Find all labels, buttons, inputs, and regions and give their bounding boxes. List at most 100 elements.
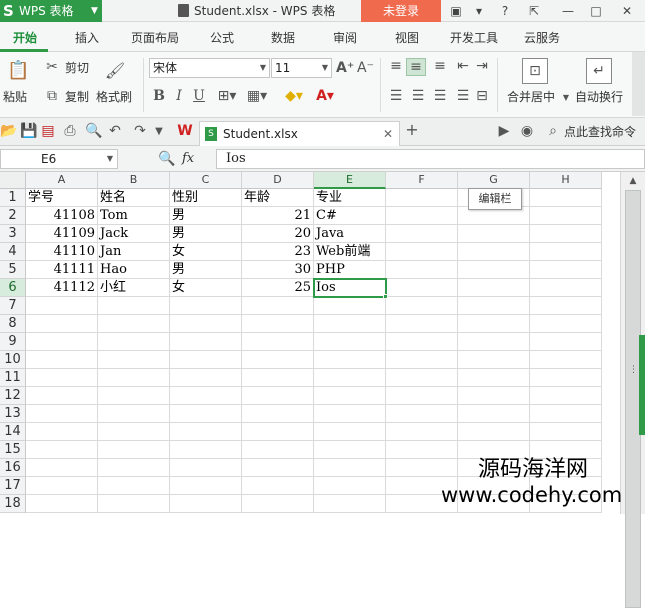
increase-font-icon[interactable]: A⁺ bbox=[336, 60, 354, 76]
cell-c2[interactable]: 男 bbox=[170, 207, 242, 225]
cell-c10[interactable] bbox=[170, 351, 242, 369]
cell-c1[interactable]: 性别 bbox=[170, 189, 242, 207]
cell-d2[interactable]: 21 bbox=[242, 207, 314, 225]
cell-e7[interactable] bbox=[314, 297, 386, 315]
cell-b11[interactable] bbox=[98, 369, 170, 387]
cell-a15[interactable] bbox=[26, 441, 98, 459]
cell-f5[interactable] bbox=[386, 261, 458, 279]
redo-icon[interactable]: ↷ bbox=[132, 123, 148, 139]
merge-center-icon[interactable]: ⊡ bbox=[522, 58, 548, 84]
vertical-scrollbar[interactable]: ▲ ⋮ bbox=[620, 172, 645, 608]
cell-a11[interactable] bbox=[26, 369, 98, 387]
tab-view[interactable]: 视图 bbox=[395, 30, 419, 46]
tab-page-layout[interactable]: 页面布局 bbox=[131, 30, 179, 46]
cell-b1[interactable]: 姓名 bbox=[98, 189, 170, 207]
row-header-13[interactable]: 13 bbox=[0, 405, 26, 423]
cell-f2[interactable] bbox=[386, 207, 458, 225]
cell-c18[interactable] bbox=[170, 495, 242, 513]
formula-input[interactable]: Ios bbox=[216, 149, 645, 169]
cell-c17[interactable] bbox=[170, 477, 242, 495]
close-icon[interactable]: ✕ bbox=[383, 126, 393, 142]
cell-g4[interactable] bbox=[458, 243, 530, 261]
copy-button[interactable]: 复制 bbox=[65, 90, 89, 104]
fill-pattern-icon[interactable]: ▦▾ bbox=[245, 88, 269, 104]
row-header-15[interactable]: 15 bbox=[0, 441, 26, 459]
cell-h13[interactable] bbox=[530, 405, 602, 423]
cell-a14[interactable] bbox=[26, 423, 98, 441]
cell-c15[interactable] bbox=[170, 441, 242, 459]
format-painter-button[interactable]: 格式刷 bbox=[96, 90, 132, 104]
cell-d12[interactable] bbox=[242, 387, 314, 405]
align-left-icon[interactable]: ☰ bbox=[387, 88, 405, 104]
cell-e13[interactable] bbox=[314, 405, 386, 423]
login-button[interactable]: 未登录 bbox=[361, 0, 441, 22]
wrap-text-button[interactable]: 自动换行 bbox=[575, 90, 623, 104]
cell-e16[interactable] bbox=[314, 459, 386, 477]
cell-e17[interactable] bbox=[314, 477, 386, 495]
function-button[interactable]: fx bbox=[182, 151, 194, 167]
pdf-icon[interactable]: ▤ bbox=[40, 123, 56, 139]
cell-f15[interactable] bbox=[386, 441, 458, 459]
row-header-11[interactable]: 11 bbox=[0, 369, 26, 387]
cell-h3[interactable] bbox=[530, 225, 602, 243]
cell-g11[interactable] bbox=[458, 369, 530, 387]
cell-d6[interactable]: 25 bbox=[242, 279, 314, 297]
cell-f8[interactable] bbox=[386, 315, 458, 333]
cell-a9[interactable] bbox=[26, 333, 98, 351]
italic-icon[interactable]: I bbox=[172, 88, 186, 104]
cell-g8[interactable] bbox=[458, 315, 530, 333]
cell-f10[interactable] bbox=[386, 351, 458, 369]
cell-c4[interactable]: 女 bbox=[170, 243, 242, 261]
help-icon[interactable]: ? bbox=[494, 4, 516, 18]
cell-d8[interactable] bbox=[242, 315, 314, 333]
cell-f16[interactable] bbox=[386, 459, 458, 477]
cell-d7[interactable] bbox=[242, 297, 314, 315]
scroll-up-icon[interactable]: ▲ bbox=[625, 174, 641, 188]
eye-protect-icon[interactable]: ◉ bbox=[519, 123, 535, 139]
cell-a2[interactable]: 41108 bbox=[26, 207, 98, 225]
cell-d17[interactable] bbox=[242, 477, 314, 495]
align-middle-icon[interactable]: ≡ bbox=[406, 58, 426, 76]
cell-c9[interactable] bbox=[170, 333, 242, 351]
cell-h11[interactable] bbox=[530, 369, 602, 387]
cell-a16[interactable] bbox=[26, 459, 98, 477]
maximize-icon[interactable]: □ bbox=[589, 4, 603, 18]
border-icon[interactable]: ⊞▾ bbox=[215, 88, 239, 104]
cell-d13[interactable] bbox=[242, 405, 314, 423]
cell-f7[interactable] bbox=[386, 297, 458, 315]
tab-data[interactable]: 数据 bbox=[271, 30, 295, 46]
cell-c16[interactable] bbox=[170, 459, 242, 477]
align-right-icon[interactable]: ☰ bbox=[431, 88, 449, 104]
row-header-17[interactable]: 17 bbox=[0, 477, 26, 495]
cell-h5[interactable] bbox=[530, 261, 602, 279]
cell-b2[interactable]: Tom bbox=[98, 207, 170, 225]
justify-icon[interactable]: ☰ bbox=[454, 88, 472, 104]
bold-icon[interactable]: B bbox=[152, 88, 166, 104]
undo-icon[interactable]: ↶ bbox=[107, 123, 123, 139]
cell-h6[interactable] bbox=[530, 279, 602, 297]
cell-b3[interactable]: Jack bbox=[98, 225, 170, 243]
cell-a17[interactable] bbox=[26, 477, 98, 495]
cell-a3[interactable]: 41109 bbox=[26, 225, 98, 243]
cell-b4[interactable]: Jan bbox=[98, 243, 170, 261]
row-header-3[interactable]: 3 bbox=[0, 225, 26, 243]
column-header-a[interactable]: A bbox=[26, 172, 98, 189]
cell-g5[interactable] bbox=[458, 261, 530, 279]
cell-c8[interactable] bbox=[170, 315, 242, 333]
cell-c12[interactable] bbox=[170, 387, 242, 405]
minimize-icon[interactable]: — bbox=[561, 4, 575, 18]
cell-g14[interactable] bbox=[458, 423, 530, 441]
indent-decrease-icon[interactable]: ⇤ bbox=[454, 58, 472, 74]
skin-icon[interactable]: ▣ bbox=[449, 4, 463, 18]
cell-e11[interactable] bbox=[314, 369, 386, 387]
row-header-16[interactable]: 16 bbox=[0, 459, 26, 477]
cell-h8[interactable] bbox=[530, 315, 602, 333]
cell-e14[interactable] bbox=[314, 423, 386, 441]
cell-d15[interactable] bbox=[242, 441, 314, 459]
paste-button[interactable]: 粘贴 bbox=[3, 90, 27, 104]
column-header-e[interactable]: E bbox=[314, 172, 386, 189]
search-command-button[interactable]: 点此查找命令 bbox=[564, 125, 636, 139]
cell-a10[interactable] bbox=[26, 351, 98, 369]
align-bottom-icon[interactable]: ≡ bbox=[431, 58, 449, 74]
decrease-font-icon[interactable]: A⁻ bbox=[357, 60, 374, 76]
